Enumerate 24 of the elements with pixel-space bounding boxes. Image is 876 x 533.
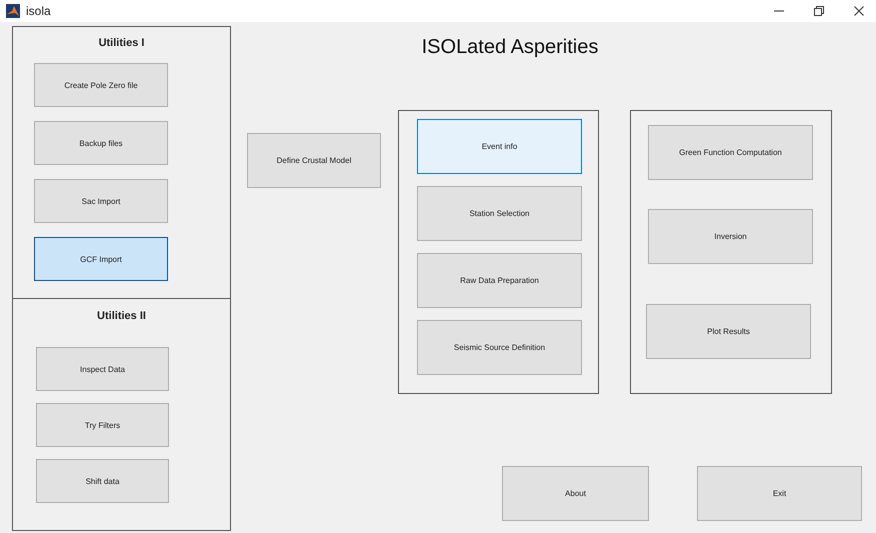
window-title: isola [26,4,51,18]
push-button[interactable]: About [502,466,649,521]
push-button[interactable]: Plot Results [646,304,811,359]
restore-icon[interactable] [814,6,824,16]
push-button[interactable]: Inversion [648,209,813,264]
push-button[interactable]: Sac Import [34,179,168,223]
push-button[interactable]: GCF Import [34,237,168,281]
close-icon[interactable] [854,6,864,16]
push-button[interactable]: Create Pole Zero file [34,63,168,107]
panel-title: Utilities I [98,37,146,49]
panel-title: Utilities II [96,310,147,322]
push-button[interactable]: Define Crustal Model [247,133,381,188]
push-button[interactable]: Seismic Source Definition [417,320,582,375]
push-button[interactable]: Exit [697,466,862,521]
app-heading: ISOLated Asperities [420,36,600,59]
push-button[interactable]: Shift data [36,459,169,503]
push-button[interactable]: Inspect Data [36,347,169,391]
push-button[interactable]: Green Function Computation [648,125,813,180]
push-button[interactable]: Event info [417,119,582,174]
app-logo-icon [6,4,20,18]
push-button[interactable]: Raw Data Preparation [417,253,582,308]
push-button[interactable]: Try Filters [36,403,169,447]
push-button[interactable]: Backup files [34,121,168,165]
push-button[interactable]: Station Selection [417,186,582,241]
